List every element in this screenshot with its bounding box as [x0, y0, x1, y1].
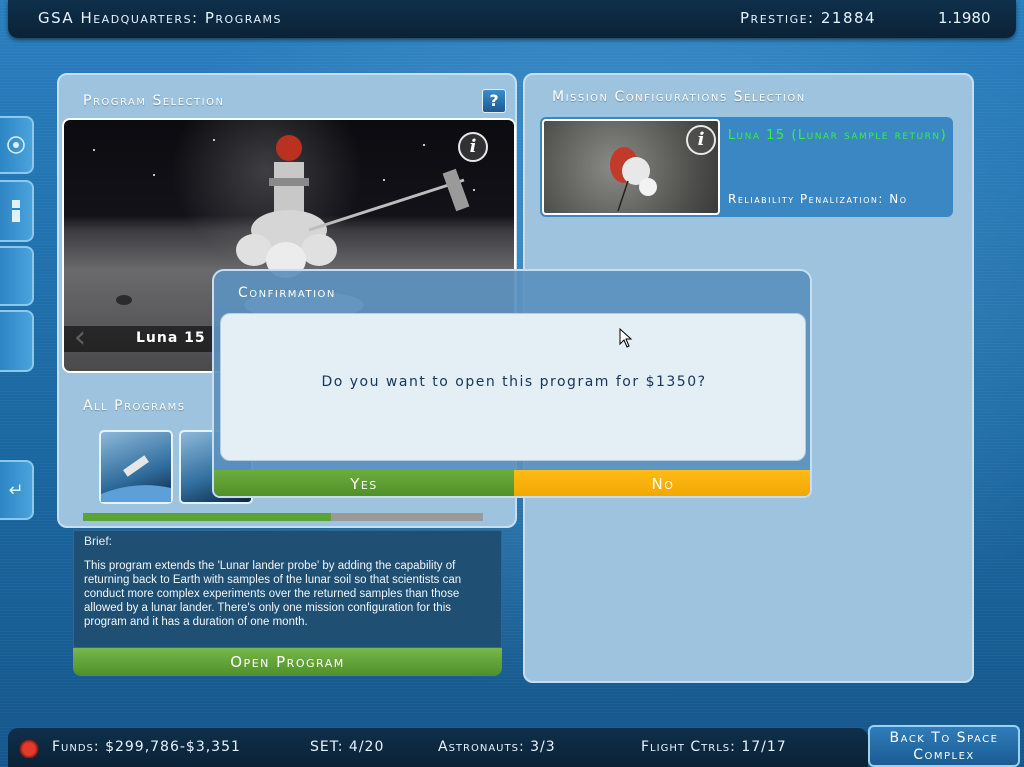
dialog-body: Do you want to open this program for $13…	[220, 313, 806, 461]
back-to-space-complex-button[interactable]: Back To Space Complex	[868, 725, 1020, 767]
satellite-icon	[7, 136, 25, 154]
program-progress-fill	[83, 513, 331, 521]
sidebar-tab-rocket[interactable]	[0, 180, 34, 242]
bottom-status-bar: Funds: $299,786-$3,351 SET: 4/20 Astrona…	[8, 728, 868, 767]
game-date: 1.1980	[938, 9, 991, 27]
prestige-readout: Prestige: 21884	[740, 9, 877, 27]
funds-readout: Funds: $299,786-$3,351	[52, 739, 241, 755]
top-bar: GSA Headquarters: Programs Prestige: 218…	[8, 0, 1016, 38]
dialog-title: Confirmation	[238, 285, 336, 301]
brief-label: Brief:	[84, 534, 113, 548]
program-thumbnail[interactable]	[99, 430, 173, 504]
program-selection-title: Program Selection	[83, 93, 225, 109]
dialog-question: Do you want to open this program for $13…	[321, 374, 707, 390]
program-progress-bar	[83, 513, 483, 521]
mission-info-icon[interactable]: i	[686, 125, 716, 155]
all-programs-title: All Programs	[83, 398, 186, 414]
mission-config-card[interactable]: i Luna 15 (Lunar sample return) Reliabil…	[540, 117, 953, 217]
mission-image: i	[542, 119, 720, 215]
return-icon: ↵	[8, 479, 24, 501]
yes-button[interactable]: Yes	[214, 470, 514, 496]
program-info-icon[interactable]: i	[458, 132, 488, 162]
sidebar-tab-empty-2[interactable]	[0, 310, 34, 372]
set-readout: SET: 4/20	[310, 739, 385, 755]
reliability-penalization: Reliability Penalization: No	[728, 192, 908, 206]
flight-controllers-readout: Flight Ctrls: 17/17	[641, 739, 787, 755]
mission-config-title: Mission Configurations Selection	[552, 89, 806, 105]
sidebar-tab-satellite[interactable]	[0, 116, 34, 174]
open-program-button[interactable]: Open Program	[73, 648, 502, 676]
brief-box: Brief: This program extends the 'Lunar l…	[73, 530, 502, 648]
rocket-thumb-icon	[101, 455, 171, 502]
sidebar-tab-empty-1[interactable]	[0, 246, 34, 306]
confirmation-dialog: Confirmation Do you want to open this pr…	[212, 269, 812, 498]
astronauts-readout: Astronauts: 3/3	[438, 739, 556, 755]
brief-text: This program extends the 'Lunar lander p…	[84, 560, 462, 628]
bug-icon[interactable]	[18, 738, 40, 758]
page-title: GSA Headquarters: Programs	[38, 9, 282, 27]
mission-name: Luna 15 (Lunar sample return)	[727, 128, 948, 143]
no-button[interactable]: No	[514, 470, 810, 496]
sidebar-tab-return[interactable]: ↵	[0, 460, 34, 520]
help-button[interactable]: ?	[482, 89, 506, 113]
current-program-name: Luna 15	[136, 330, 206, 346]
rocket-icon	[12, 200, 20, 222]
